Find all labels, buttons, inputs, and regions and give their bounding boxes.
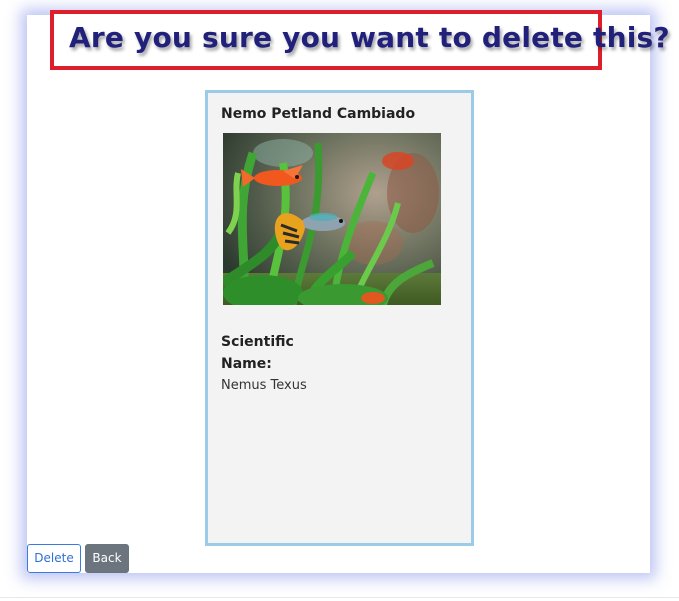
fish-photo-image [223,133,441,305]
item-photo [223,133,441,305]
item-name: Nemo Petland Cambiado [221,106,416,122]
page-title: Are you sure you want to delete this? [69,21,670,54]
item-card: Nemo Petland Cambiado Scientific Name: N… [205,90,474,546]
scientific-name-label: Scientific Name: [221,334,294,372]
title-frame: Are you sure you want to delete this? [50,10,670,70]
bottom-divider [0,597,679,598]
page: Are you sure you want to delete this? Ne… [0,0,679,601]
delete-button[interactable]: Delete [27,544,81,573]
scientific-name-value: Nemus Texus [221,378,307,393]
back-button[interactable]: Back [85,544,129,573]
